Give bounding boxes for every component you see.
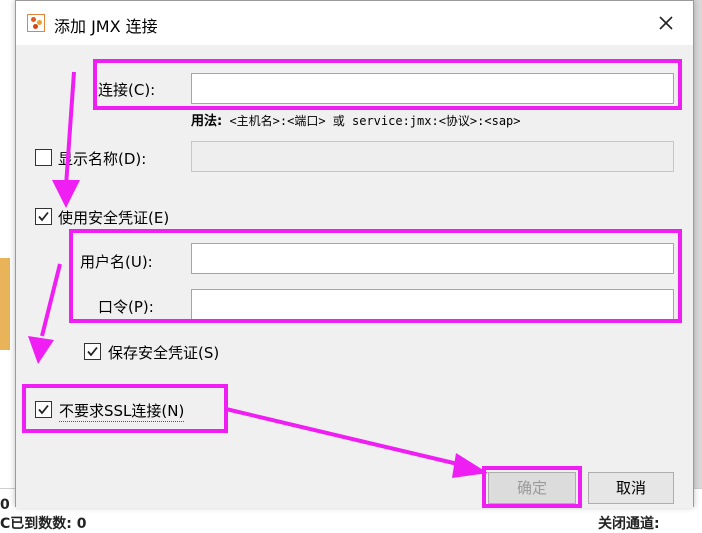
password-label: 口令(P): [98,298,154,316]
background-text-3: 关闭通道: [598,516,660,532]
cancel-button[interactable]: 取消 [588,472,674,504]
checkmark-icon [38,211,49,222]
show-name-label: 显示名称(D): [58,150,147,168]
java-console-icon [27,14,45,32]
dialog-title: 添加 JMX 连接 [54,17,158,36]
use-credentials-label: 使用安全凭证(E) [58,209,170,227]
dialog-titlebar: 添加 JMX 连接 [16,1,693,45]
connection-usage-hint: 用法: <主机名>:<端口> 或 service:jmx:<协议>:<sap> [191,110,521,129]
use-credentials-checkbox[interactable] [35,208,52,225]
no-ssl-checkbox[interactable] [35,401,52,418]
password-input[interactable] [191,289,674,320]
close-icon[interactable] [652,9,680,37]
show-name-checkbox[interactable] [35,149,52,166]
usage-text: <主机名>:<端口> 或 service:jmx:<协议>:<sap> [229,114,521,128]
background-chart-strip [0,258,10,350]
ok-button[interactable]: 确定 [488,472,576,504]
show-name-input [191,141,674,172]
checkmark-icon [38,404,49,415]
connection-input[interactable] [191,73,674,104]
background-edge [694,0,702,531]
username-label: 用户名(U): [80,253,153,271]
save-credentials-label: 保存安全凭证(S) [108,344,220,362]
usage-prefix: 用法: [191,114,223,129]
no-ssl-label: 不要求SSL连接(N) [59,402,185,422]
background-text-2: C已到数数: 0 [0,516,87,532]
username-input[interactable] [191,243,674,274]
save-credentials-checkbox[interactable] [84,343,101,360]
checkmark-icon [87,346,98,357]
background-text-1: 0 [0,497,10,513]
connection-label: 连接(C): [98,81,156,99]
